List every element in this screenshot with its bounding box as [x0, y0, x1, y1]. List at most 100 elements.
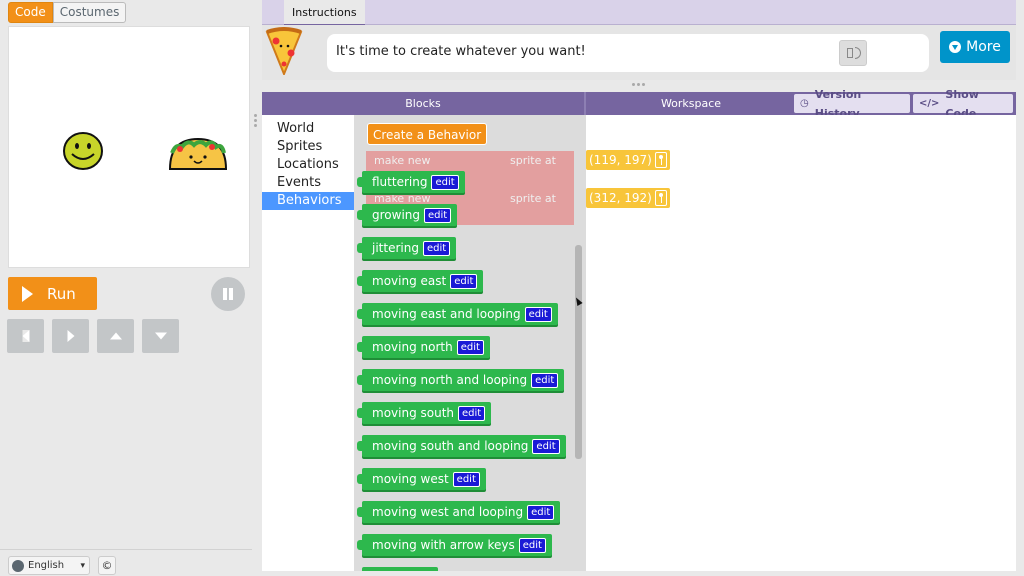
behavior-block[interactable]: moving east and looping edit — [357, 303, 558, 325]
speaker-wave — [855, 47, 861, 59]
pause-icon — [223, 288, 227, 300]
show-code-button[interactable]: </> Show Code — [913, 88, 1013, 120]
code-costumes-toggle: Code Costumes — [8, 2, 127, 23]
behavior-block[interactable]: moving north edit — [357, 336, 490, 358]
left-arrow-button[interactable] — [7, 319, 44, 353]
location-pin-icon[interactable] — [654, 190, 667, 206]
ghost-make-new: make new — [374, 154, 431, 167]
behavior-block[interactable]: fluttering edit — [357, 171, 465, 193]
arrow-right-icon — [67, 330, 74, 342]
arrow-down-icon — [154, 332, 167, 340]
behavior-block[interactable]: moving east edit — [356, 270, 484, 292]
instructions-tabbar: Instructions — [262, 0, 1016, 26]
code-editor: Blocks Workspace ◷ Version History </> S… — [262, 88, 1016, 571]
behavior-block[interactable]: moving west and looping edit — [356, 501, 561, 523]
horizontal-resize-handle[interactable] — [632, 83, 645, 86]
edit-button[interactable]: edit — [531, 372, 559, 388]
behavior-label: moving west and looping — [372, 505, 524, 519]
version-history-button[interactable]: ◷ Version History — [794, 88, 910, 120]
run-button[interactable]: Run — [8, 277, 97, 310]
edit-button[interactable]: edit — [532, 438, 560, 454]
behavior-block[interactable]: moving south edit — [356, 402, 492, 424]
game-stage[interactable] — [8, 26, 250, 268]
behavior-label: moving with arrow keys — [372, 538, 515, 552]
chevron-down-circle-icon — [949, 41, 962, 53]
behavior-label: jittering — [372, 241, 419, 255]
left-panel: Code Costumes Run English ▾ © — [0, 0, 256, 576]
more-label: More — [966, 39, 1001, 55]
tab-instructions[interactable]: Instructions — [284, 0, 365, 26]
behavior-label: fluttering — [372, 175, 428, 189]
globe-icon — [12, 559, 24, 572]
category-behaviors[interactable]: Behaviors — [262, 192, 354, 210]
behavior-block[interactable]: moving north and looping edit — [356, 369, 565, 391]
category-sprites[interactable]: Sprites — [262, 138, 354, 156]
behavior-label: moving south — [372, 406, 455, 420]
instructions-text: It's time to create whatever you want! — [336, 44, 586, 59]
blocks-flyout: Create a Behavior make new sprite at mak… — [354, 115, 586, 571]
edit-button[interactable]: edit — [431, 174, 459, 190]
flyout-scrollbar[interactable] — [575, 245, 582, 459]
edit-button[interactable]: edit — [452, 471, 480, 487]
edit-button[interactable]: edit — [456, 339, 484, 355]
down-arrow-button[interactable] — [142, 319, 179, 353]
blocks-header: Blocks — [405, 97, 441, 110]
behavior-label: moving north — [372, 340, 453, 354]
language-select[interactable]: English ▾ — [8, 556, 90, 575]
right-arrow-button[interactable] — [52, 319, 89, 353]
ghost-sprite-at: sprite at — [510, 154, 556, 167]
instructions-bubble: It's time to create whatever you want! — [327, 34, 929, 72]
create-behavior-button[interactable]: Create a Behavior — [367, 123, 488, 145]
editor-header: Blocks Workspace ◷ Version History </> S… — [262, 88, 1016, 120]
workspace-header: Workspace — [660, 97, 722, 110]
costumes-tab[interactable]: Costumes — [52, 2, 127, 23]
edit-button[interactable]: edit — [450, 273, 478, 289]
behavior-label: moving west — [372, 472, 449, 486]
run-label: Run — [47, 284, 76, 303]
speaker-icon — [847, 48, 853, 58]
pause-icon-bar — [229, 288, 233, 300]
copyright-button[interactable]: © — [98, 556, 116, 575]
location-block[interactable]: (312, 192) — [586, 188, 670, 208]
behavior-block[interactable]: growing edit — [356, 204, 458, 226]
arrow-left-icon — [22, 330, 29, 342]
pizza-icon — [265, 27, 303, 75]
code-icon: </> — [919, 98, 940, 109]
behavior-block[interactable]: moving west edit — [357, 468, 486, 490]
behavior-label: moving east and looping — [372, 307, 521, 321]
edit-button[interactable]: edit — [524, 306, 552, 322]
more-button[interactable]: More — [940, 31, 1010, 63]
behavior-label: moving south and looping — [372, 439, 529, 453]
behavior-block[interactable]: jittering edit — [356, 237, 457, 259]
behavior-label: moving north and looping — [372, 373, 528, 387]
behavior-block[interactable]: moving south and looping edit — [357, 435, 566, 457]
text-to-speech-button[interactable] — [839, 40, 867, 66]
edit-button[interactable]: edit — [422, 240, 451, 256]
edit-button[interactable]: edit — [527, 504, 555, 520]
arrow-controls — [7, 319, 179, 353]
category-locations[interactable]: Locations — [262, 156, 354, 174]
footer-divider — [0, 549, 252, 550]
arrow-up-icon — [109, 332, 122, 340]
category-world[interactable]: World — [262, 120, 354, 138]
vertical-resize-handle[interactable] — [254, 112, 258, 132]
play-icon — [22, 285, 33, 302]
language-label: English — [28, 560, 65, 571]
behavior-block-partial[interactable] — [362, 567, 438, 571]
edit-button[interactable]: edit — [424, 207, 452, 223]
code-tab[interactable]: Code — [8, 2, 53, 23]
pause-button[interactable] — [211, 277, 245, 311]
location-value: (312, 192) — [589, 191, 652, 205]
location-pin-icon[interactable] — [654, 152, 667, 168]
ghost-sprite-at: sprite at — [510, 192, 556, 205]
edit-button[interactable]: edit — [458, 405, 486, 421]
category-list: World Sprites Locations Events Behaviors — [262, 115, 354, 571]
chevron-down-icon: ▾ — [80, 560, 85, 571]
behavior-block[interactable]: moving with arrow keys edit — [357, 534, 552, 556]
taco-icon — [168, 137, 228, 170]
workspace-canvas[interactable]: (119, 197) (312, 192) — [586, 115, 1016, 571]
up-arrow-button[interactable] — [97, 319, 134, 353]
location-block[interactable]: (119, 197) — [586, 150, 670, 170]
edit-button[interactable]: edit — [518, 537, 546, 553]
category-events[interactable]: Events — [262, 174, 354, 192]
